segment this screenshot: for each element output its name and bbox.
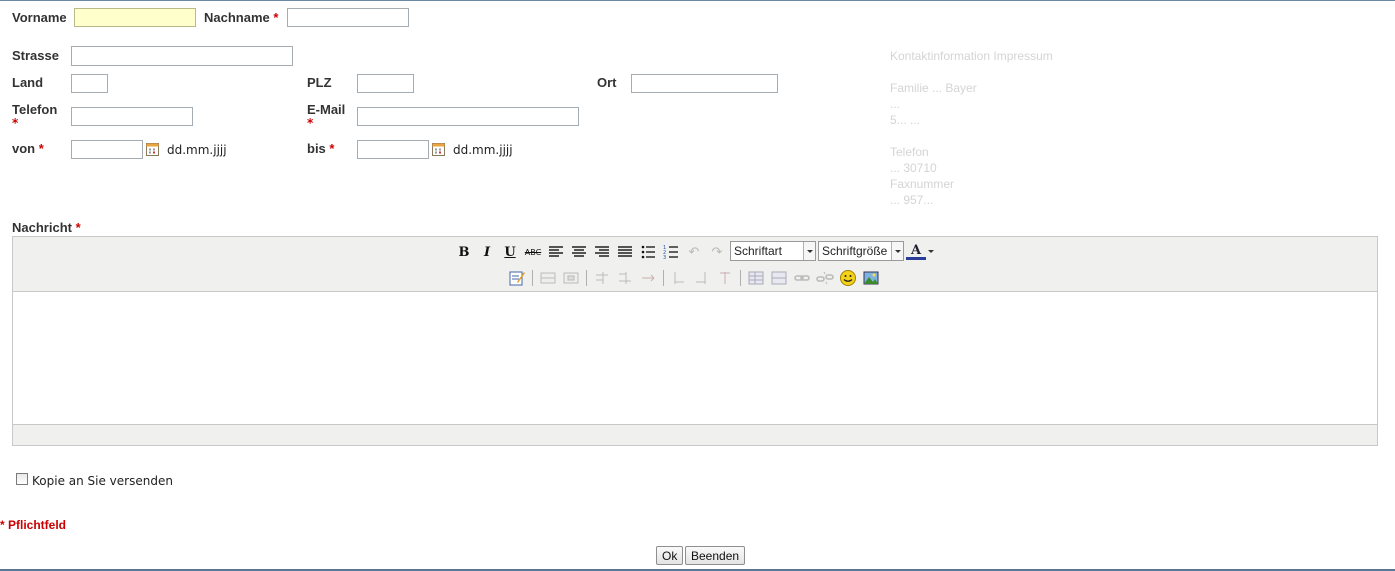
ok-button[interactable]: Ok xyxy=(656,546,684,565)
plz-input[interactable] xyxy=(357,74,414,93)
von-label: von * xyxy=(12,141,44,156)
align-right-icon[interactable] xyxy=(593,243,611,261)
numbered-list-icon[interactable]: 123 xyxy=(662,243,680,261)
contact-line: ... xyxy=(890,97,901,111)
font-family-select[interactable]: Schriftart xyxy=(730,241,816,261)
strasse-input[interactable] xyxy=(71,46,293,66)
undo-icon[interactable]: ↶ xyxy=(685,243,703,261)
col-delete-icon[interactable] xyxy=(716,269,734,287)
nachname-input[interactable] xyxy=(287,8,409,27)
contact-heading: Kontaktinformation Impressum xyxy=(890,49,1053,63)
bis-date-input[interactable] xyxy=(357,140,429,159)
row-delete-icon[interactable] xyxy=(639,269,657,287)
contact-line: ... 30710 xyxy=(890,161,937,175)
strikethrough-icon[interactable]: ABC xyxy=(524,243,542,261)
redo-icon[interactable]: ↷ xyxy=(708,243,726,261)
plz-label: PLZ xyxy=(307,75,332,90)
align-left-icon[interactable] xyxy=(547,243,565,261)
align-center-icon[interactable] xyxy=(570,243,588,261)
nachricht-label: Nachricht * xyxy=(12,220,81,235)
copy-checkbox-label[interactable]: Kopie an Sie versenden xyxy=(32,474,173,488)
email-label: E-Mail xyxy=(307,102,346,117)
italic-icon[interactable]: I xyxy=(478,243,496,261)
toolbar-divider xyxy=(740,270,741,286)
table-cell-icon[interactable] xyxy=(562,269,580,287)
ort-label: Ort xyxy=(597,75,617,90)
font-family-value: Schriftart xyxy=(734,244,783,258)
required-mark: * xyxy=(38,141,44,156)
font-size-value: Schriftgröße xyxy=(822,244,888,258)
email-required-mark: * xyxy=(307,116,314,130)
strasse-label: Strasse xyxy=(12,48,59,63)
emoticon-icon[interactable] xyxy=(839,269,857,287)
vorname-label: Vorname xyxy=(12,10,67,25)
editor-statusbar xyxy=(13,424,1377,445)
required-mark: * xyxy=(329,141,335,156)
telefon-input[interactable] xyxy=(71,107,193,126)
land-input[interactable] xyxy=(71,74,108,93)
insert-image-icon[interactable] xyxy=(862,269,880,287)
date-format-hint: dd.mm.jjjj xyxy=(167,143,227,157)
email-input[interactable] xyxy=(357,107,579,126)
land-label: Land xyxy=(12,75,44,90)
chevron-down-icon xyxy=(803,242,815,260)
align-justify-icon[interactable] xyxy=(616,243,634,261)
date-format-hint: dd.mm.jjjj xyxy=(453,143,513,157)
underline-icon[interactable]: U xyxy=(501,243,519,261)
required-field-note: * Pflichtfeld xyxy=(0,518,67,532)
contact-line: ... 957... xyxy=(890,193,934,207)
table-merge-icon[interactable] xyxy=(770,269,788,287)
table-icon[interactable] xyxy=(539,269,557,287)
chevron-down-icon xyxy=(891,242,903,260)
vorname-input[interactable] xyxy=(74,8,196,27)
calendar-icon[interactable] xyxy=(146,142,159,156)
cancel-button[interactable]: Beenden xyxy=(685,546,746,565)
font-size-select[interactable]: Schriftgröße xyxy=(818,241,904,261)
col-after-icon[interactable] xyxy=(693,269,711,287)
required-mark: * xyxy=(75,220,81,235)
telefon-label: Telefon xyxy=(12,102,58,117)
col-before-icon[interactable] xyxy=(670,269,688,287)
row-before-icon[interactable] xyxy=(593,269,611,287)
editor-content-area[interactable] xyxy=(13,291,1377,425)
table-props-icon[interactable] xyxy=(747,269,765,287)
toolbar-divider xyxy=(532,270,533,286)
contact-line: Telefon xyxy=(890,145,929,159)
ort-input[interactable] xyxy=(631,74,778,93)
svg-text:3: 3 xyxy=(663,255,666,261)
contact-line: Faxnummer xyxy=(890,177,955,191)
required-mark: * xyxy=(273,10,279,25)
toolbar-divider xyxy=(586,270,587,286)
edit-html-icon[interactable] xyxy=(508,269,526,287)
von-date-input[interactable] xyxy=(71,140,143,159)
row-after-icon[interactable] xyxy=(616,269,634,287)
unlink-icon[interactable] xyxy=(816,269,834,287)
chevron-down-icon[interactable] xyxy=(928,250,934,253)
contact-line: Familie ... Bayer xyxy=(890,81,977,95)
editor-toolbar: B I U ABC 123 ↶ ↷ Schriftart Schriftgröß… xyxy=(13,237,1377,292)
contact-line: 5... ... xyxy=(890,113,921,127)
bullet-list-icon[interactable] xyxy=(639,243,657,261)
bis-label: bis * xyxy=(307,141,335,156)
telefon-required-mark: * xyxy=(12,116,19,130)
calendar-icon[interactable] xyxy=(432,142,445,156)
text-color-icon[interactable]: A xyxy=(906,243,926,260)
bold-icon[interactable]: B xyxy=(455,243,473,261)
toolbar-divider xyxy=(663,270,664,286)
link-icon[interactable] xyxy=(793,269,811,287)
copy-checkbox[interactable] xyxy=(16,473,28,485)
nachname-label: Nachname * xyxy=(204,10,279,25)
rich-text-editor: B I U ABC 123 ↶ ↷ Schriftart Schriftgröß… xyxy=(12,236,1378,446)
